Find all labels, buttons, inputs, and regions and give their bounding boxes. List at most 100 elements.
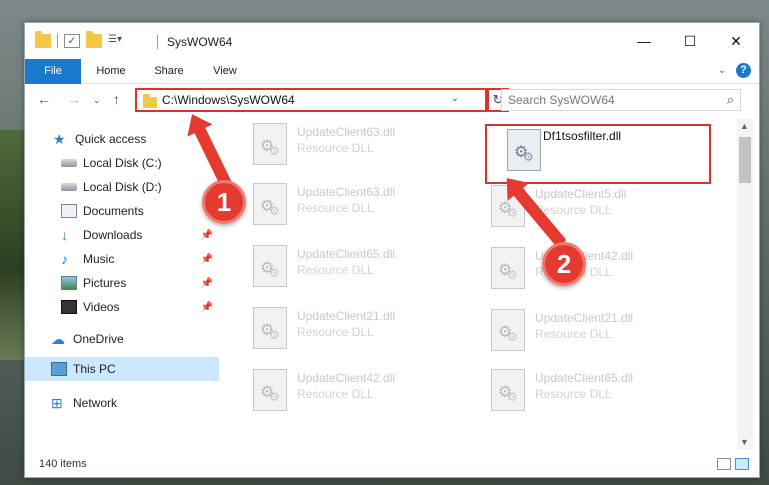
address-bar[interactable]: C:\Windows\SysWOW64 ⌄ (135, 88, 487, 112)
sidebar-item-local-disk-d[interactable]: Local Disk (D:) (25, 175, 219, 199)
sidebar-item-label: Local Disk (C:) (83, 156, 162, 170)
file-type: Resource DLL (297, 325, 374, 339)
sidebar-item-label: Downloads (83, 228, 143, 242)
file-name: UpdateClient21.dll (535, 311, 634, 325)
sidebar-item-network[interactable]: ⊞ Network (25, 391, 219, 415)
search-icon[interactable]: ⌕ (727, 92, 734, 108)
file-type: Resource DLL (297, 387, 374, 401)
pin-icon[interactable]: 📌 (201, 278, 213, 289)
sidebar-item-label: OneDrive (73, 332, 124, 346)
minimize-button[interactable]: — (621, 23, 667, 59)
address-path: C:\Windows\SysWOW64 (162, 93, 295, 107)
sidebar-item-music[interactable]: ♪ Music 📌 (25, 247, 219, 271)
step-2-badge: 2 (542, 242, 586, 286)
file-type: Resource DLL (535, 203, 612, 217)
help-icon[interactable]: ? (736, 63, 751, 78)
tab-home[interactable]: Home (87, 59, 135, 84)
file-type: Resource DLL (535, 387, 612, 401)
sidebar-item-label: Videos (83, 300, 120, 314)
navigation-pane: ★ Quick access Local Disk (C:) Local Dis… (25, 123, 219, 443)
dll-file-icon: ⚙ ⚙ (491, 309, 525, 351)
dll-file-icon: ⚙ ⚙ (253, 369, 287, 411)
ribbon-tabs: File Home Share View ⌄ ? (25, 59, 759, 84)
properties-icon[interactable]: ✓ (64, 34, 80, 48)
file-name: UpdateClient63.dll (297, 125, 396, 139)
documents-icon (61, 204, 77, 218)
new-folder-icon[interactable] (86, 31, 102, 48)
dll-file-icon: ⚙ ⚙ (253, 183, 287, 225)
file-type: Resource DLL (297, 263, 374, 277)
file-item[interactable]: ⚙ ⚙ UpdateClient65.dll Resource DLL (463, 365, 683, 425)
file-item[interactable]: ⚙ ⚙ UpdateClient21.dll Resource DLL (463, 305, 683, 365)
item-count: 140 items (39, 458, 87, 470)
maximize-button[interactable]: ☐ (667, 23, 713, 59)
tab-share[interactable]: Share (143, 59, 195, 84)
file-item[interactable]: ⚙ ⚙ UpdateClient65.dll Resource DLL (225, 241, 445, 301)
dll-file-icon: ⚙ ⚙ (253, 307, 287, 349)
file-name: UpdateClient21.dll (297, 309, 396, 323)
file-name: UpdateClient5.dll (535, 187, 627, 201)
network-icon: ⊞ (51, 395, 63, 411)
window-title: SysWOW64 (167, 35, 233, 49)
up-arrow-icon[interactable]: ↑ (113, 91, 120, 107)
scroll-down-icon[interactable]: ▼ (740, 437, 749, 447)
sidebar-item-local-disk-c[interactable]: Local Disk (C:) (25, 151, 219, 175)
navigation-row: ← → ⌄ ↑ C:\Windows\SysWOW64 ⌄ ↻ Search S… (25, 85, 759, 115)
pin-icon[interactable]: 📌 (201, 302, 213, 313)
search-placeholder: Search SysWOW64 (508, 93, 615, 107)
file-item[interactable]: ⚙ ⚙ UpdateClient63.dll Resource DLL (225, 119, 445, 179)
file-name: UpdateClient65.dll (535, 371, 634, 385)
forward-arrow-icon[interactable]: → (67, 91, 81, 107)
quick-access-toolbar: ✓ ☰▾ (35, 31, 124, 48)
sidebar-item-label: This PC (73, 362, 116, 376)
pin-icon[interactable]: 📌 (201, 230, 213, 241)
sidebar-item-label: Local Disk (D:) (83, 180, 162, 194)
customize-toolbar-icon[interactable]: ☰▾ (108, 34, 124, 48)
expand-ribbon-icon[interactable]: ⌄ (718, 65, 726, 76)
tab-view[interactable]: View (201, 59, 249, 84)
folder-icon (143, 94, 157, 108)
computer-icon (51, 362, 67, 376)
download-icon: ↓ (61, 227, 68, 243)
details-view-icon[interactable] (717, 458, 731, 470)
tab-file[interactable]: File (25, 59, 81, 84)
dll-file-icon: ⚙ ⚙ (491, 247, 525, 289)
large-icons-view-icon[interactable] (735, 458, 749, 470)
sidebar-item-onedrive[interactable]: ☁ OneDrive (25, 327, 219, 351)
file-item[interactable]: ⚙ ⚙ UpdateClient21.dll Resource DLL (225, 303, 445, 363)
file-type: Resource DLL (535, 327, 612, 341)
sidebar-item-label: Documents (83, 204, 144, 218)
scroll-thumb[interactable] (739, 137, 751, 183)
vertical-scrollbar[interactable]: ▲ ▼ (737, 119, 753, 449)
pictures-icon (61, 276, 77, 290)
file-item[interactable]: ⚙ ⚙ UpdateClient5.dll Resource DLL (463, 181, 683, 241)
step-1-badge: 1 (202, 180, 246, 224)
recent-locations-icon[interactable]: ⌄ (93, 95, 101, 106)
drive-icon (61, 183, 77, 191)
videos-icon (61, 300, 77, 314)
sidebar-item-label: Quick access (75, 132, 147, 146)
sidebar-item-videos[interactable]: Videos 📌 (25, 295, 219, 319)
sidebar-item-this-pc[interactable]: This PC (25, 357, 219, 381)
title-separator (157, 35, 158, 49)
sidebar-item-pictures[interactable]: Pictures 📌 (25, 271, 219, 295)
sidebar-item-documents[interactable]: Documents (25, 199, 219, 223)
search-input[interactable]: Search SysWOW64 ⌕ (501, 89, 741, 111)
folder-icon[interactable] (35, 31, 51, 48)
ribbon-right: ⌄ ? (718, 63, 751, 78)
pin-icon[interactable]: 📌 (201, 254, 213, 265)
close-button[interactable]: ✕ (713, 23, 759, 59)
star-icon: ★ (53, 131, 66, 147)
dll-file-icon: ⚙ ⚙ (253, 123, 287, 165)
chevron-down-icon[interactable]: ⌄ (451, 93, 459, 104)
back-arrow-icon[interactable]: ← (37, 91, 51, 107)
file-item[interactable]: ⚙ ⚙ UpdateClient63.dll Resource DLL (225, 179, 445, 239)
file-item[interactable]: ⚙⚙ UpdateClient42.dll Resource DLL (225, 365, 445, 425)
sidebar-item-downloads[interactable]: ↓ Downloads 📌 (25, 223, 219, 247)
file-name: UpdateClient65.dll (297, 247, 396, 261)
cloud-icon: ☁ (51, 331, 65, 347)
scroll-up-icon[interactable]: ▲ (740, 121, 749, 131)
file-explorer-window: ✓ ☰▾ SysWOW64 — ☐ ✕ File Home Share View… (24, 22, 760, 478)
file-type: Resource DLL (297, 141, 374, 155)
drive-icon (61, 159, 77, 167)
